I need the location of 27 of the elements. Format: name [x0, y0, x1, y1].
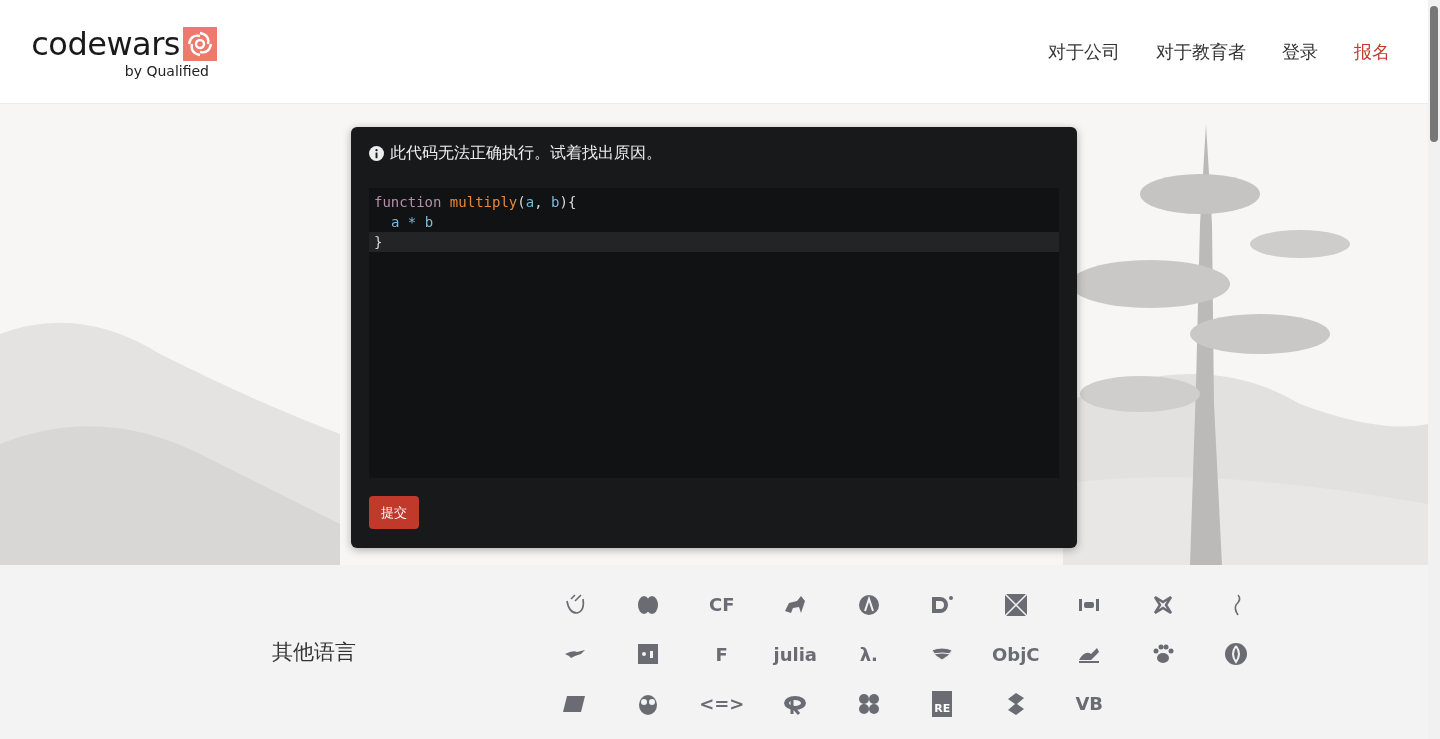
- code-line: a * b: [390, 213, 435, 232]
- nav-link[interactable]: 对于公司: [1048, 39, 1120, 64]
- info-icon: [369, 146, 384, 161]
- language-logo[interactable]: F: [715, 643, 728, 665]
- nav-link[interactable]: 对于教育者: [1156, 39, 1246, 64]
- language-logo[interactable]: ObjC: [991, 643, 1040, 665]
- language-logo[interactable]: julia: [773, 643, 817, 665]
- nav-link[interactable]: 登录: [1282, 39, 1318, 64]
- language-logo[interactable]: <=>: [699, 693, 745, 714]
- language-icon[interactable]: [1224, 642, 1249, 666]
- logo-wordmark: codewars: [31, 24, 180, 63]
- code-line: function multiply(a, b){: [373, 193, 578, 212]
- language-icon[interactable]: [636, 642, 661, 666]
- spiral-logo-icon: [183, 26, 217, 61]
- language-logo[interactable]: λ.: [859, 643, 878, 665]
- language-icon[interactable]: [856, 691, 881, 716]
- logo-tagline: by Qualified: [124, 62, 209, 79]
- section-label: 其他语言: [271, 639, 357, 666]
- language-logo[interactable]: CF: [709, 594, 735, 615]
- language-logo[interactable]: VB: [1075, 693, 1104, 714]
- language-icon[interactable]: [1003, 592, 1028, 617]
- notice-text: 此代码无法正确执行。试着找出原因。: [390, 143, 662, 164]
- language-logo[interactable]: RE: [932, 690, 953, 717]
- submit-button[interactable]: 提交: [369, 496, 419, 529]
- language-icon[interactable]: [856, 592, 881, 617]
- signup-link[interactable]: 报名: [1354, 39, 1390, 64]
- code-editor[interactable]: function multiply(a, b){ a * b }: [369, 188, 1059, 478]
